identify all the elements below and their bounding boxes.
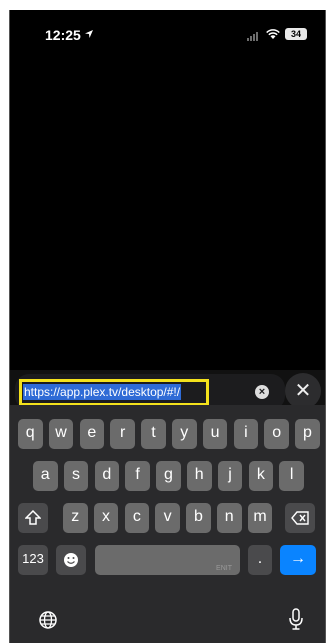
key-z[interactable]: z [63,503,88,533]
key-n[interactable]: n [217,503,242,533]
shift-icon [24,509,42,525]
key-r[interactable]: r [110,419,135,449]
keyboard: qwertyuiop asdfghjkl zxcvbnm 123 ENIT . … [10,405,325,643]
space-key[interactable]: ENIT [95,545,240,575]
go-key[interactable]: → [280,545,316,575]
key-g[interactable]: g [156,461,181,491]
location-arrow-icon [85,30,93,38]
wifi-icon [266,29,280,39]
status-time: 12:25 [45,27,81,43]
key-x[interactable]: x [93,503,119,533]
key-o[interactable]: o [264,419,289,449]
key-m[interactable]: m [247,503,273,533]
key-k[interactable]: k [248,461,274,491]
backspace-key[interactable] [285,503,315,533]
numbers-key[interactable]: 123 [18,545,48,575]
status-bar: 12:25 34 [10,10,325,54]
key-p[interactable]: p [295,419,320,449]
key-u[interactable]: u [202,419,228,449]
dot-key[interactable]: . [248,545,272,575]
key-y[interactable]: y [172,419,197,449]
key-a[interactable]: a [33,461,58,491]
emoji-key[interactable] [56,545,86,575]
phone-screen: 12:25 34 https://app.plex.tv/desktop/#!/… [9,10,326,643]
key-j[interactable]: j [217,461,243,491]
emoji-icon [64,553,78,567]
key-w[interactable]: w [48,419,74,449]
key-d[interactable]: d [94,461,120,491]
key-q[interactable]: q [18,419,43,449]
signal-icon [247,32,258,41]
key-f[interactable]: f [125,461,150,491]
web-content-area[interactable] [17,58,318,368]
key-v[interactable]: v [155,503,180,533]
key-i[interactable]: i [233,419,259,449]
key-l[interactable]: l [279,461,304,491]
space-key-hint: ENIT [216,565,232,572]
key-h[interactable]: h [187,461,212,491]
clear-text-icon[interactable]: × [255,385,269,399]
url-text[interactable]: https://app.plex.tv/desktop/#!/ [23,384,182,400]
key-c[interactable]: c [124,503,150,533]
key-s[interactable]: s [63,461,89,491]
shift-key[interactable] [18,503,48,533]
backspace-icon [291,511,309,525]
key-e[interactable]: e [79,419,105,449]
microphone-icon[interactable] [288,608,304,630]
key-t[interactable]: t [141,419,166,449]
close-button[interactable]: ✕ [285,373,321,409]
key-b[interactable]: b [186,503,211,533]
globe-icon[interactable] [38,610,58,630]
battery-indicator: 34 [285,28,307,40]
